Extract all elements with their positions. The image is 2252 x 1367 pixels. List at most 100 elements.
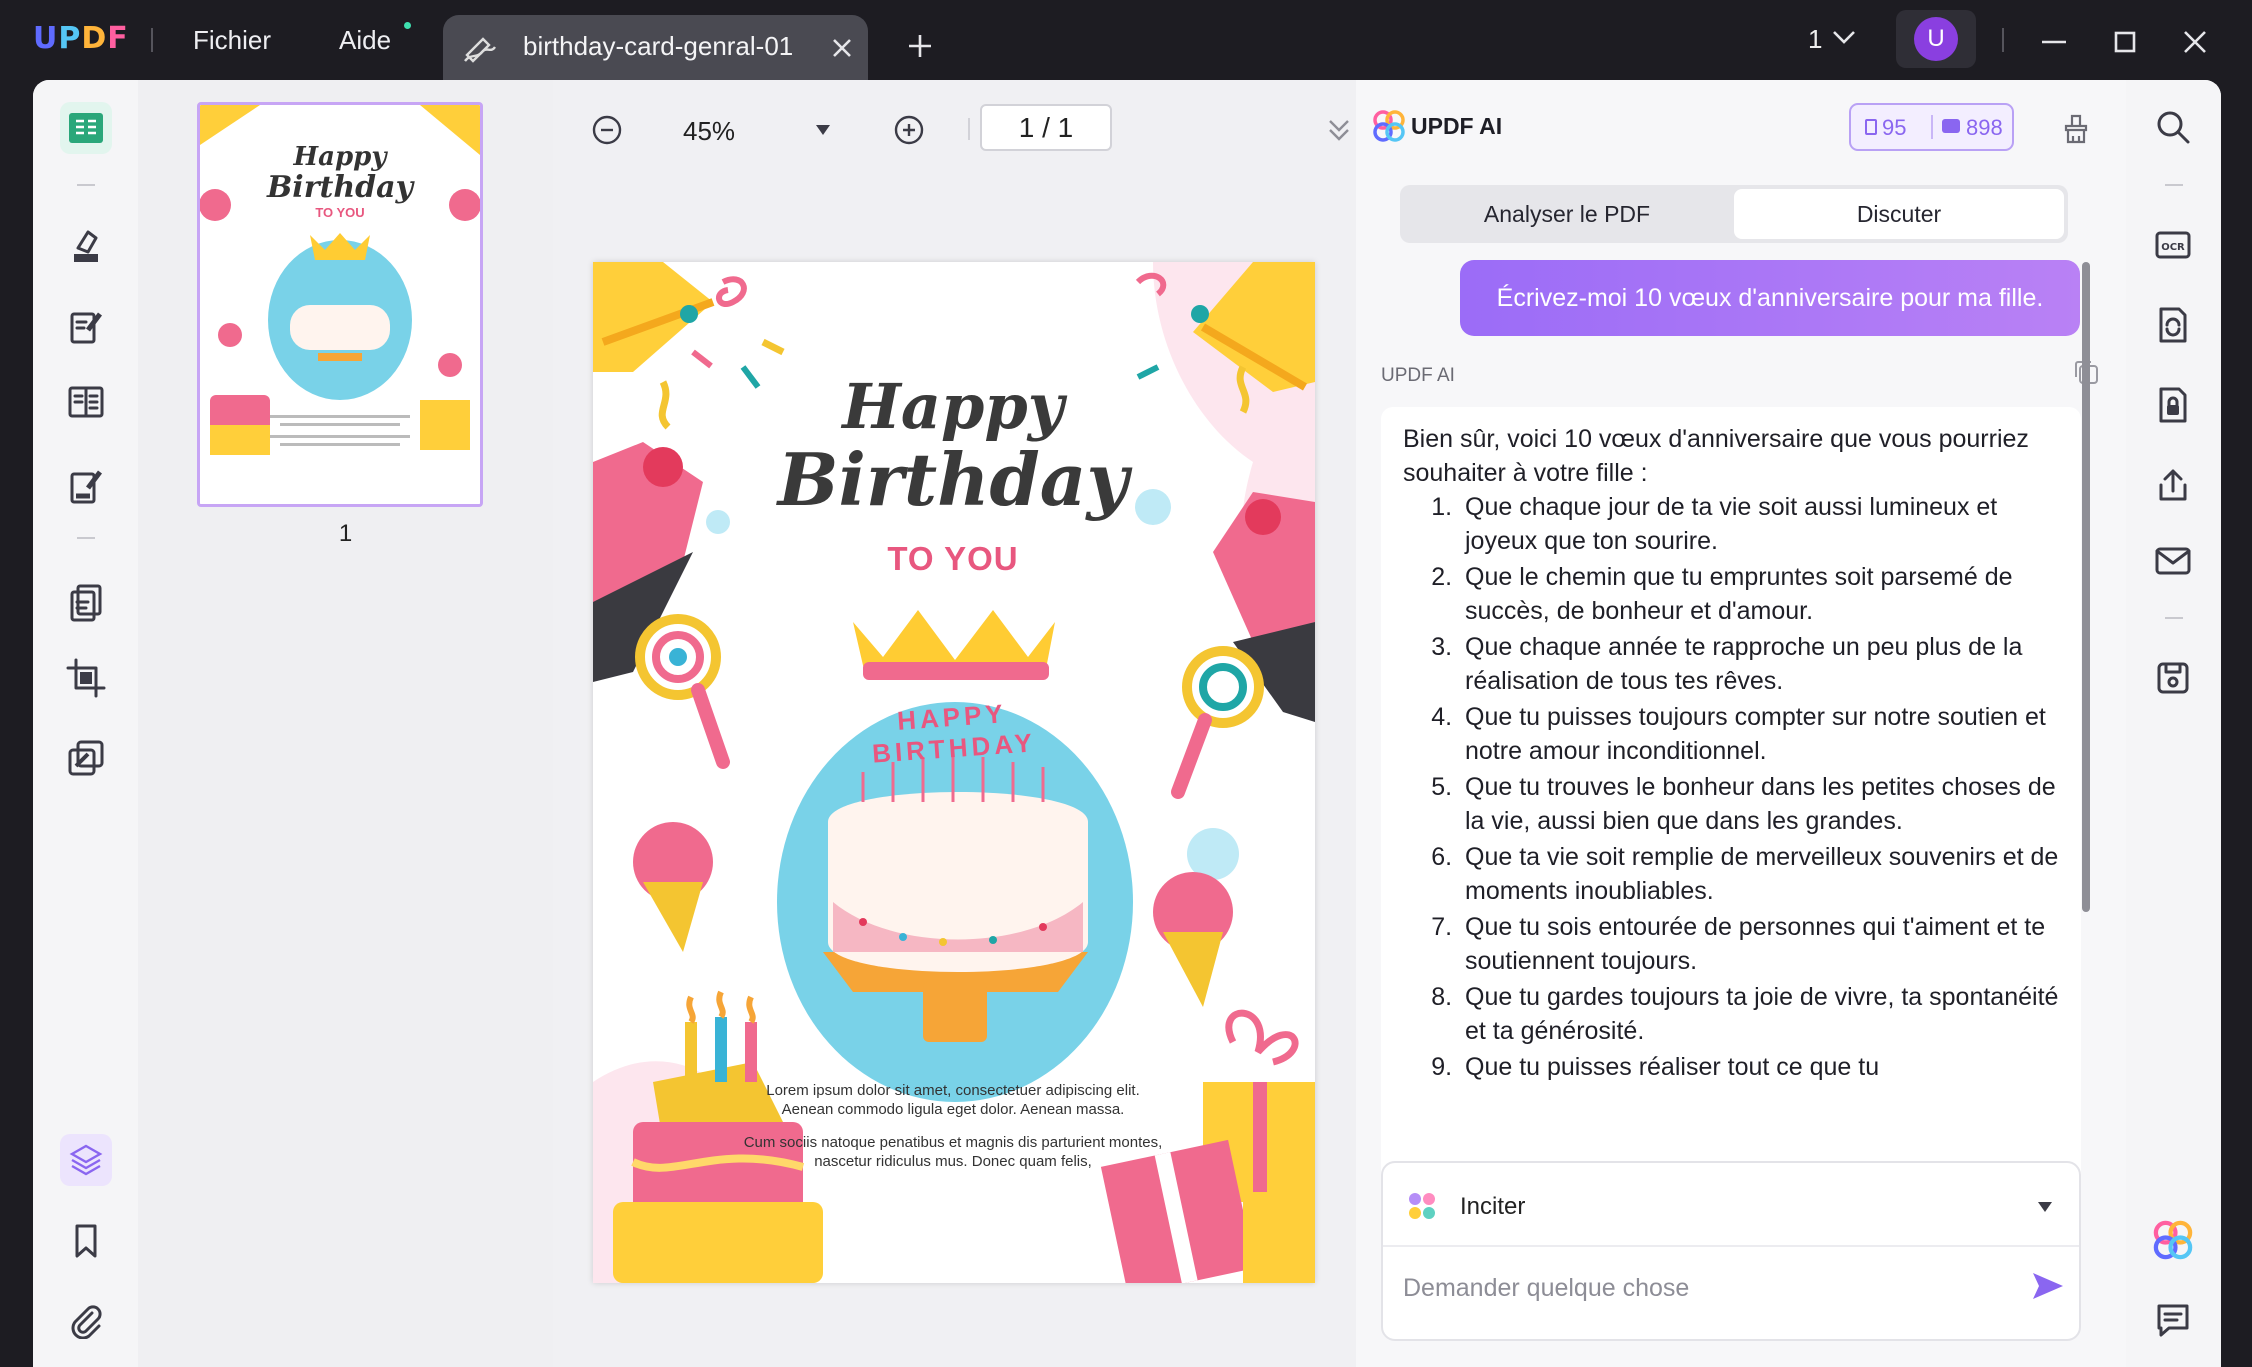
ocr-button[interactable]: OCR xyxy=(2148,220,2198,270)
share-button[interactable] xyxy=(2148,460,2198,510)
save-button[interactable] xyxy=(2148,653,2198,703)
card-title-birthday: Birthday xyxy=(777,437,1129,522)
left-toolbar xyxy=(33,80,138,1367)
list-item: Que tu sois entourée de personnes qui t'… xyxy=(1459,910,2061,978)
document-viewer: 45% 1 / 1 Happy Birthday TO YOU HAPPY BI… xyxy=(553,80,1356,1367)
account-area[interactable]: U xyxy=(1896,10,1976,68)
redact-button[interactable] xyxy=(60,732,112,784)
svg-text:Birthday: Birthday xyxy=(266,170,416,205)
email-button[interactable] xyxy=(2148,536,2198,586)
organize-pages-button[interactable] xyxy=(60,376,112,428)
user-message: Écrivez-moi 10 vœux d'anniversaire pour … xyxy=(1460,260,2080,336)
right-toolbar: OCR xyxy=(2126,80,2221,1367)
convert-button[interactable] xyxy=(2148,300,2198,350)
search-button[interactable] xyxy=(2148,102,2198,152)
close-window-icon[interactable] xyxy=(2175,22,2215,62)
ai-quota-badge[interactable]: 95 898 xyxy=(1849,103,2014,151)
crop-button[interactable] xyxy=(60,652,112,704)
tab-title: birthday-card-genral-01 xyxy=(523,31,794,61)
clear-chat-icon[interactable] xyxy=(2061,112,2091,144)
ai-reply-label: UPDF AI xyxy=(1381,365,1455,386)
attachment-button[interactable] xyxy=(60,1295,112,1347)
divider xyxy=(968,118,970,140)
current-page[interactable]: 1 xyxy=(1019,112,1035,143)
thumbnail-page-number: 1 xyxy=(338,520,353,547)
card-title-happy: Happy xyxy=(842,370,1064,443)
minimize-icon[interactable] xyxy=(2034,22,2074,62)
comment-tool-button[interactable] xyxy=(60,220,112,272)
svg-text:Happy: Happy xyxy=(293,142,389,172)
ai-panel-title: UPDF AI xyxy=(1411,113,1503,139)
wish-list: Que chaque jour de ta vie soit aussi lum… xyxy=(1459,490,2061,1084)
layers-button[interactable] xyxy=(60,1134,112,1186)
convert-icon xyxy=(2159,307,2187,343)
page-tools-button[interactable] xyxy=(60,576,112,628)
lock-file-icon xyxy=(2159,387,2187,423)
total-pages: 1 xyxy=(1057,112,1074,143)
comment-list-icon xyxy=(2157,1304,2189,1337)
zoom-dropdown-icon[interactable] xyxy=(815,124,831,136)
page-thumbnail[interactable]: Happy Birthday TO YOU xyxy=(197,102,483,507)
document-quota-icon xyxy=(1865,119,1877,135)
prompt-selector[interactable]: Inciter xyxy=(1460,1193,1525,1221)
fill-sign-button[interactable] xyxy=(60,460,112,512)
viewer-toolbar: 45% 1 / 1 xyxy=(553,80,1356,180)
bookmark-button[interactable] xyxy=(60,1215,112,1267)
next-page-icon[interactable] xyxy=(1326,118,1352,142)
menu-file[interactable]: Fichier xyxy=(193,25,271,56)
layers-icon xyxy=(69,1144,103,1176)
divider xyxy=(151,28,153,52)
ai-assistant-icon xyxy=(2153,1220,2193,1260)
comments-button[interactable] xyxy=(2148,1295,2198,1345)
search-icon xyxy=(2157,111,2190,144)
ai-panel: UPDF AI 95 898 Analyser le PDF Discuter … xyxy=(1356,80,2126,1367)
edit-pdf-button[interactable] xyxy=(60,300,112,352)
page-indicator[interactable]: 1 / 1 xyxy=(980,104,1112,151)
updf-ai-button[interactable] xyxy=(2148,1215,2198,1265)
thumbnail-panel: Happy Birthday TO YOU 1 xyxy=(138,80,553,1367)
list-item: Que chaque jour de ta vie soit aussi lum… xyxy=(1459,490,2061,558)
maximize-icon[interactable] xyxy=(2105,22,2145,62)
ocr-icon: OCR xyxy=(2155,231,2191,259)
share-icon xyxy=(2159,469,2187,501)
list-item: Que tu gardes toujours ta joie de vivre,… xyxy=(1459,980,2061,1048)
divider xyxy=(2165,184,2183,186)
send-icon[interactable] xyxy=(2031,1271,2065,1301)
menu-help[interactable]: Aide xyxy=(339,25,391,56)
divider xyxy=(1383,1245,2079,1247)
reader-mode-button[interactable] xyxy=(60,102,112,154)
notification-dot xyxy=(404,22,411,29)
tab-chat[interactable]: Discuter xyxy=(1734,189,2064,239)
updf-ai-logo-icon xyxy=(1373,110,1405,142)
tab-analyze-pdf[interactable]: Analyser le PDF xyxy=(1404,189,1730,239)
list-item: Que le chemin que tu empruntes soit pars… xyxy=(1459,560,2061,628)
divider xyxy=(1931,115,1933,139)
zoom-in-icon[interactable] xyxy=(893,114,925,146)
avatar[interactable]: U xyxy=(1914,17,1958,61)
protect-button[interactable] xyxy=(2148,380,2198,430)
edit-icon xyxy=(464,37,496,63)
pdf-page[interactable]: Happy Birthday TO YOU HAPPY BIRTHDAY Lor… xyxy=(593,262,1315,1283)
new-tab-icon[interactable] xyxy=(907,33,933,59)
divider xyxy=(77,537,95,539)
paperclip-icon xyxy=(71,1305,102,1339)
ask-input[interactable]: Demander quelque chose xyxy=(1403,1274,1689,1303)
zoom-level[interactable]: 45% xyxy=(683,116,735,147)
close-tab-icon[interactable] xyxy=(831,37,853,59)
zoom-out-icon[interactable] xyxy=(591,114,623,146)
divider xyxy=(2002,28,2004,52)
page-separator: / xyxy=(1042,112,1050,143)
title-bar: UPDF Fichier Aide birthday-card-genral-0… xyxy=(0,0,2252,80)
book-icon xyxy=(69,113,103,143)
chat-quota: 898 xyxy=(1966,115,2003,140)
document-tab[interactable]: birthday-card-genral-01 xyxy=(443,15,868,80)
window-count[interactable]: 1 xyxy=(1808,24,1822,55)
chat-scrollbar[interactable] xyxy=(2082,262,2090,912)
ai-mode-tabs: Analyser le PDF Discuter xyxy=(1400,185,2068,243)
list-item: Que chaque année te rapproche un peu plu… xyxy=(1459,630,2061,698)
svg-text:TO YOU: TO YOU xyxy=(315,205,364,220)
document-quota: 95 xyxy=(1882,115,1907,140)
prompt-dropdown-icon[interactable] xyxy=(2037,1201,2053,1213)
save-icon xyxy=(2157,662,2189,694)
chevron-down-icon[interactable] xyxy=(1832,29,1856,45)
